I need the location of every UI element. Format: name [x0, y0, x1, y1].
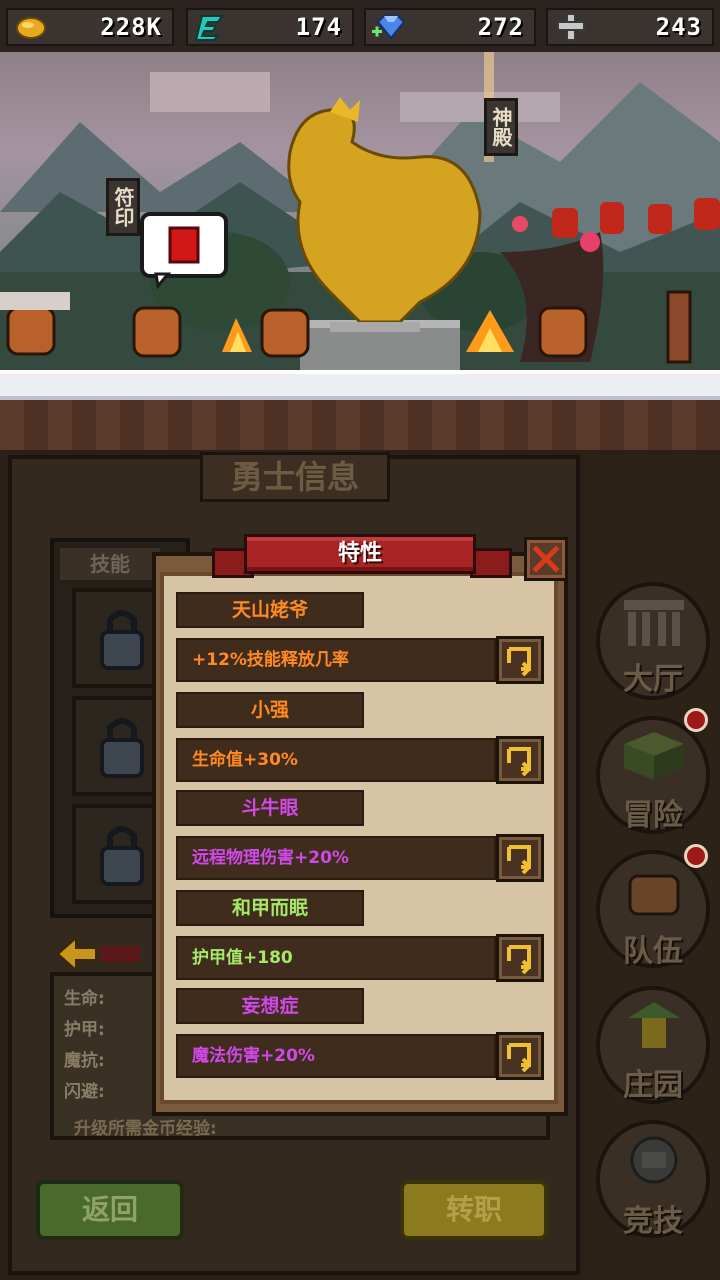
gold-counter[interactable]: 228K: [6, 8, 174, 46]
stat-hp-label: 生命:: [64, 989, 105, 1009]
gold-coin-icon: [16, 17, 46, 39]
nav-team-label: 队伍: [623, 934, 683, 969]
temple-sign[interactable]: 神殿: [484, 98, 518, 156]
trait-effect: 生命值+30%: [176, 738, 496, 782]
close-button[interactable]: [524, 537, 568, 581]
notification-dot: [684, 708, 708, 732]
back-button[interactable]: 返回: [36, 1180, 184, 1240]
energy-icon: [194, 15, 224, 41]
refresh-icon: [507, 747, 531, 777]
arena-icon: [630, 1136, 678, 1184]
snow-ground: [0, 370, 720, 400]
trait-name: 妄想症: [176, 988, 364, 1024]
stat-dodge-label: 闪避:: [64, 1082, 105, 1102]
currency-bar: 228K 174 272 243: [0, 0, 720, 52]
change-job-button[interactable]: 转职: [400, 1180, 548, 1240]
medal-counter[interactable]: 243: [546, 8, 714, 46]
energy-counter[interactable]: 174: [186, 8, 354, 46]
refresh-icon: [507, 647, 531, 677]
stat-magic-resist-label: 魔抗:: [64, 1051, 105, 1071]
close-icon: [532, 545, 560, 573]
trait-effect: 护甲值+180: [176, 936, 496, 980]
diamond-icon: [372, 15, 406, 40]
dirt-ground: [0, 400, 720, 450]
trait-refresh-button[interactable]: [496, 736, 544, 784]
upgrade-cost-label: 升级所需金币经验:: [74, 1119, 217, 1139]
nav-adventure-label: 冒险: [623, 798, 683, 833]
nav-manor-label: 庄园: [623, 1068, 683, 1103]
hero-info-title: 勇士信息: [200, 452, 390, 502]
diamond-counter[interactable]: 272: [364, 8, 536, 46]
stat-armor-label: 护甲:: [64, 1020, 105, 1040]
traits-modal-title: 特性: [244, 534, 476, 574]
trait-effect: 远程物理伤害+20%: [176, 836, 496, 880]
medal-icon: [557, 13, 585, 41]
game-scene: 符印 神殿: [0, 52, 720, 450]
refresh-icon: [507, 845, 531, 875]
medal-value: 243: [655, 13, 702, 41]
trait-name: 斗牛眼: [176, 790, 364, 826]
trait-effect: +12%技能释放几率: [176, 638, 496, 682]
rune-sign[interactable]: 符印: [106, 178, 140, 236]
skills-label: 技能: [60, 548, 160, 580]
trait-effect: 魔法伤害+20%: [176, 1034, 496, 1078]
trait-name: 小强: [176, 692, 364, 728]
ribbon-tail-right: [470, 548, 512, 578]
hall-icon: [624, 600, 684, 646]
trait-name: 天山姥爷: [176, 592, 364, 628]
nav-arena-label: 竞技: [623, 1204, 683, 1239]
notification-dot: [684, 844, 708, 868]
arrow-left-icon[interactable]: [56, 936, 142, 972]
team-icon: [628, 874, 680, 916]
gold-value: 228K: [100, 13, 162, 41]
trait-refresh-button[interactable]: [496, 834, 544, 882]
trait-refresh-button[interactable]: [496, 1032, 544, 1080]
manor-icon: [628, 1002, 680, 1048]
refresh-icon: [507, 1043, 531, 1073]
trait-refresh-button[interactable]: [496, 636, 544, 684]
energy-value: 174: [295, 13, 342, 41]
refresh-icon: [507, 945, 531, 975]
trait-name: 和甲而眠: [176, 890, 364, 926]
trait-refresh-button[interactable]: [496, 934, 544, 982]
diamond-value: 272: [477, 13, 524, 41]
adventure-icon: [624, 732, 684, 780]
nav-hall-label: 大厅: [623, 662, 683, 697]
